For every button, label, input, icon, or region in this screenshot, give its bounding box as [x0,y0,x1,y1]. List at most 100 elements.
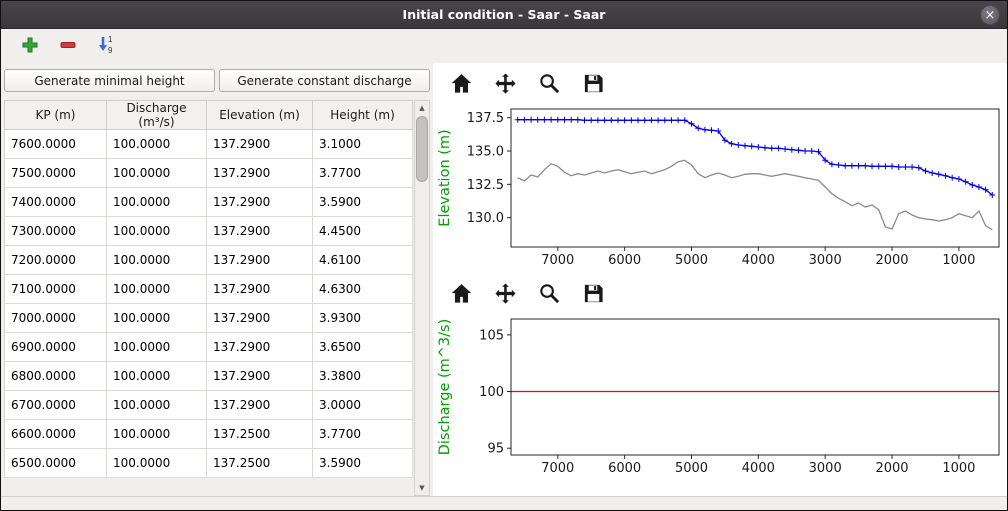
scrollbar-thumb[interactable] [416,116,428,182]
table-cell[interactable]: 7400.0000 [5,188,107,217]
save-button-2[interactable] [579,281,608,309]
zoom-icon [538,72,561,98]
x-tick-label: 3000 [809,461,842,476]
x-tick-label: 2000 [875,253,908,268]
table-cell[interactable]: 4.4500 [313,217,413,246]
table-cell[interactable]: 100.0000 [107,391,207,420]
table-cell[interactable]: 100.0000 [107,188,207,217]
remove-row-button[interactable] [57,34,79,59]
table-cell[interactable]: 137.2900 [207,159,313,188]
sort-1-9-icon: 1 9 [97,34,117,58]
table-cell[interactable]: 100.0000 [107,362,207,391]
table-cell[interactable]: 137.2900 [207,304,313,333]
add-row-button[interactable] [19,34,41,59]
table-row[interactable]: 6600.0000100.0000137.25003.7700 [5,420,413,449]
table-cell[interactable]: 7300.0000 [5,217,107,246]
table-cell[interactable]: 7500.0000 [5,159,107,188]
scroll-down-arrow[interactable]: ▼ [415,481,429,495]
close-icon: × [985,8,996,23]
table-cell[interactable]: 100.0000 [107,449,207,478]
table-cell[interactable]: 4.6100 [313,246,413,275]
discharge-plot-toolbar [433,273,1007,311]
table-cell[interactable]: 3.5900 [313,449,413,478]
table-cell[interactable]: 6600.0000 [5,420,107,449]
zoom-icon [538,282,561,308]
table-row[interactable]: 7300.0000100.0000137.29004.4500 [5,217,413,246]
zoom-button[interactable] [535,71,564,99]
sort-button[interactable]: 1 9 [95,32,119,60]
table-row[interactable]: 7600.0000100.0000137.29003.1000 [5,130,413,159]
col-header-height[interactable]: Height (m) [313,101,413,130]
table-row[interactable]: 7200.0000100.0000137.29004.6100 [5,246,413,275]
table-cell[interactable]: 100.0000 [107,333,207,362]
vertical-scrollbar[interactable]: ▲ ▼ [414,100,430,496]
table-cell[interactable]: 6900.0000 [5,333,107,362]
home-button-2[interactable] [447,281,476,309]
table-cell[interactable]: 137.2900 [207,333,313,362]
table-cell[interactable]: 100.0000 [107,217,207,246]
table-cell[interactable]: 137.2500 [207,449,313,478]
table-row[interactable]: 6900.0000100.0000137.29003.6500 [5,333,413,362]
table-cell[interactable]: 137.2900 [207,362,313,391]
table-cell[interactable]: 6700.0000 [5,391,107,420]
table-cell[interactable]: 137.2500 [207,420,313,449]
discharge-plot[interactable]: 700060005000400030002000100095100105Disc… [433,311,1007,481]
y-tick-label: 100 [479,385,504,400]
table-cell[interactable]: 3.5900 [313,188,413,217]
table-cell[interactable]: 7000.0000 [5,304,107,333]
table-cell[interactable]: 3.0000 [313,391,413,420]
x-tick-label: 5000 [675,461,708,476]
scroll-up-arrow[interactable]: ▲ [415,101,429,115]
table-row[interactable]: 6700.0000100.0000137.29003.0000 [5,391,413,420]
col-header-discharge[interactable]: Discharge (m³/s) [107,101,207,130]
save-button[interactable] [579,71,608,99]
pan-button[interactable] [491,71,520,99]
elevation-plot-toolbar [433,63,1007,101]
table-cell[interactable]: 6800.0000 [5,362,107,391]
y-tick-label: 135.0 [467,145,504,160]
home-button[interactable] [447,71,476,99]
add-icon [21,36,39,57]
table-cell[interactable]: 100.0000 [107,275,207,304]
table-row[interactable]: 6800.0000100.0000137.29003.3800 [5,362,413,391]
table-cell[interactable]: 3.7700 [313,159,413,188]
table-cell[interactable]: 7200.0000 [5,246,107,275]
table-row[interactable]: 7100.0000100.0000137.29004.6300 [5,275,413,304]
table-row[interactable]: 7500.0000100.0000137.29003.7700 [5,159,413,188]
elevation-plot[interactable]: 7000600050004000300020001000130.0132.513… [433,101,1007,273]
table-cell[interactable]: 137.2900 [207,217,313,246]
table-cell[interactable]: 3.6500 [313,333,413,362]
table-cell[interactable]: 6500.0000 [5,449,107,478]
save-icon [582,72,605,98]
table-cell[interactable]: 3.9300 [313,304,413,333]
col-header-elevation[interactable]: Elevation (m) [207,101,313,130]
x-tick-label: 6000 [608,253,641,268]
generate-constant-discharge-button[interactable]: Generate constant discharge [219,69,430,92]
pan-button-2[interactable] [491,281,520,309]
table-cell[interactable]: 100.0000 [107,130,207,159]
table-cell[interactable]: 100.0000 [107,304,207,333]
col-header-kp[interactable]: KP (m) [5,101,107,130]
table-cell[interactable]: 100.0000 [107,420,207,449]
table-cell[interactable]: 100.0000 [107,246,207,275]
table-cell[interactable]: 3.1000 [313,130,413,159]
table-cell[interactable]: 100.0000 [107,159,207,188]
home-icon [450,72,473,98]
x-tick-label: 7000 [541,253,574,268]
close-button[interactable]: × [980,5,1000,25]
zoom-button-2[interactable] [535,281,564,309]
table-row[interactable]: 7000.0000100.0000137.29003.9300 [5,304,413,333]
table-cell[interactable]: 137.2900 [207,130,313,159]
generate-minimal-height-button[interactable]: Generate minimal height [4,69,215,92]
table-row[interactable]: 6500.0000100.0000137.25003.5900 [5,449,413,478]
table-cell[interactable]: 7600.0000 [5,130,107,159]
table-cell[interactable]: 137.2900 [207,391,313,420]
table-cell[interactable]: 7100.0000 [5,275,107,304]
table-cell[interactable]: 137.2900 [207,188,313,217]
table-row[interactable]: 7400.0000100.0000137.29003.5900 [5,188,413,217]
table-cell[interactable]: 137.2900 [207,246,313,275]
table-cell[interactable]: 4.6300 [313,275,413,304]
table-cell[interactable]: 3.3800 [313,362,413,391]
table-cell[interactable]: 137.2900 [207,275,313,304]
table-cell[interactable]: 3.7700 [313,420,413,449]
